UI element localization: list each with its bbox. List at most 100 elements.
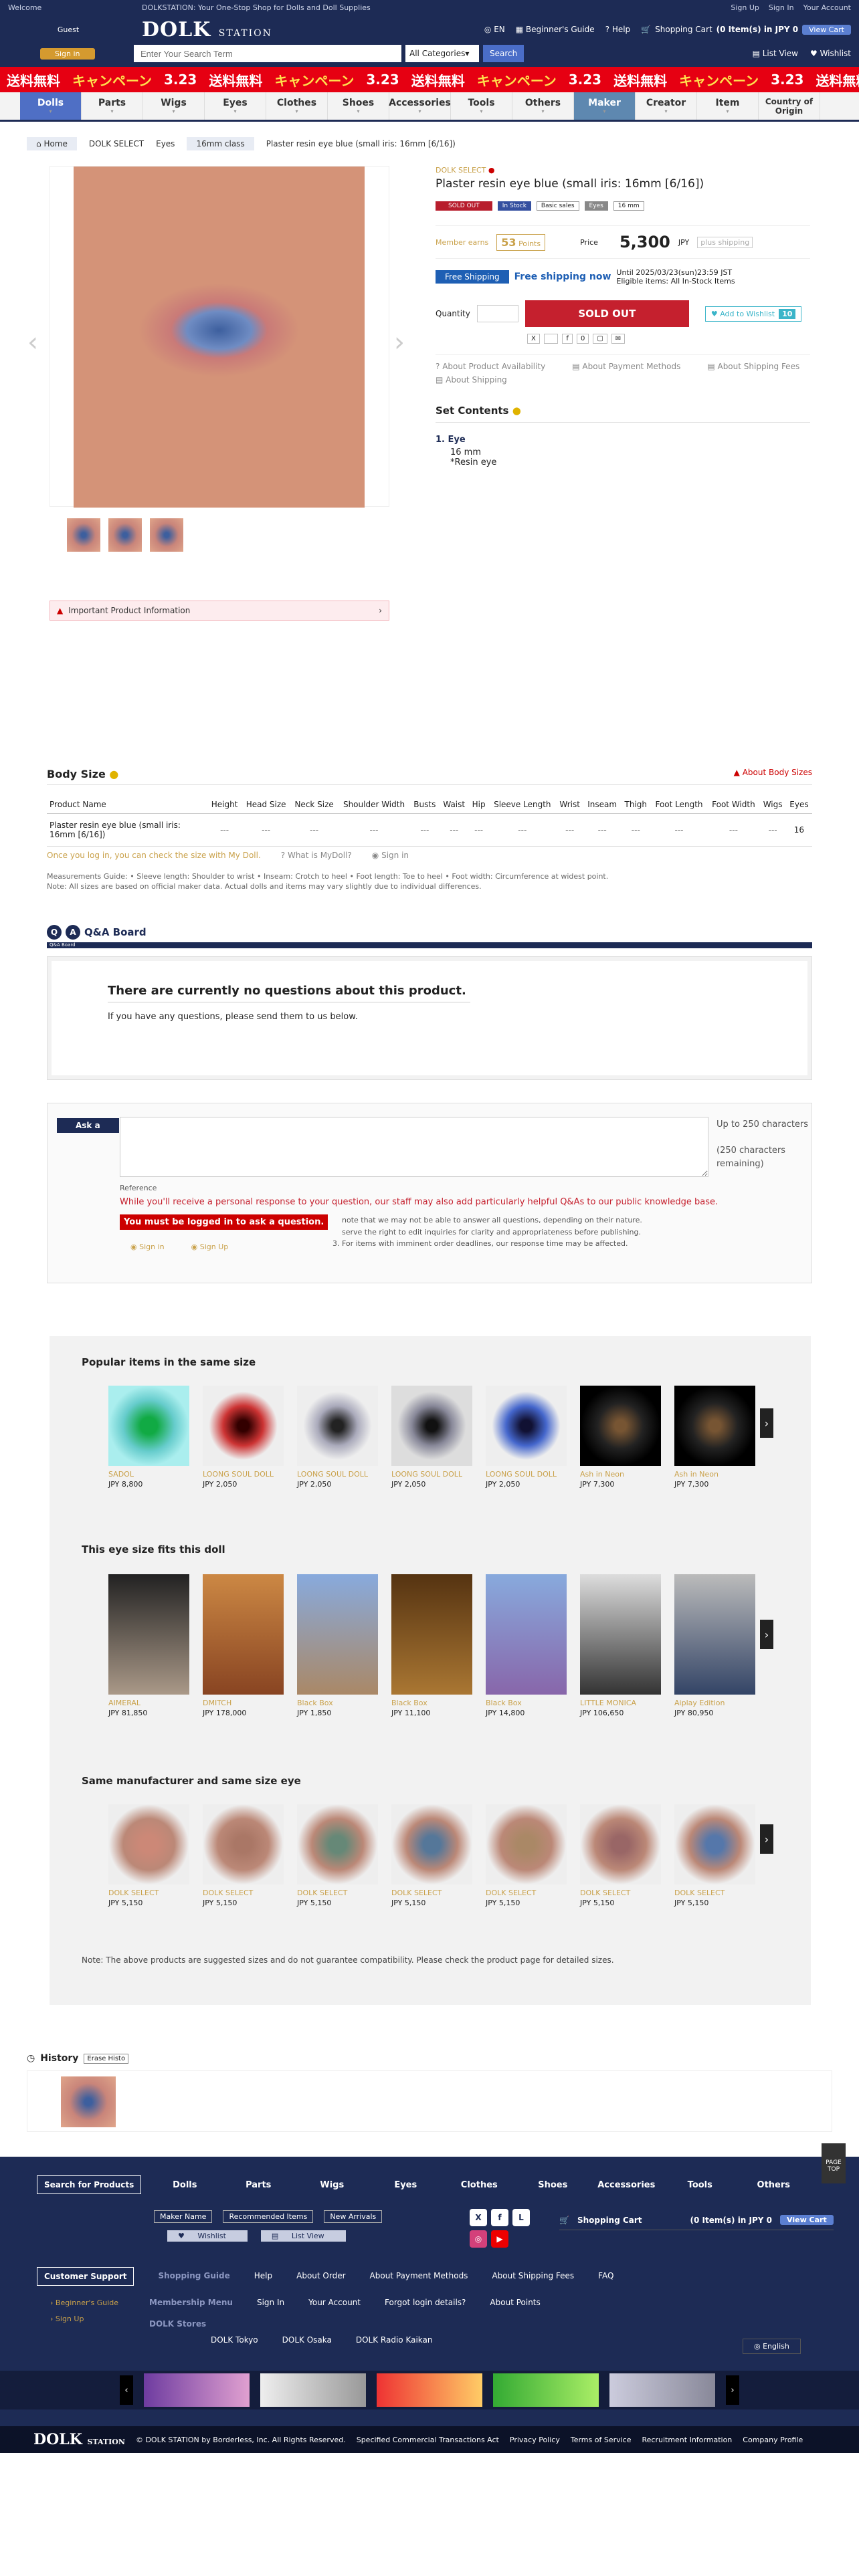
about-body-sizes-link[interactable]: ▲ About Body Sizes — [734, 768, 812, 780]
footer-link[interactable]: DOLK Osaka — [282, 2335, 332, 2345]
chevron-right-icon[interactable]: › — [760, 1824, 773, 1854]
footer-cat-link[interactable]: Parts — [221, 2180, 295, 2190]
product-card[interactable]: LOONG SOUL DOLL JPY 2,050 — [486, 1386, 567, 1489]
crumb-brand[interactable]: DOLK SELECT — [89, 139, 144, 148]
product-card[interactable]: DOLK SELECT JPY 5,150 — [391, 1804, 472, 1907]
footer-link[interactable]: FAQ — [598, 2267, 613, 2286]
header-cart[interactable]: 🛒 Shopping Cart (0 Item(s) in JPY 0 View Ca… — [641, 24, 851, 35]
x-share-icon[interactable]: X — [527, 334, 540, 344]
footer-link[interactable]: About Points — [490, 2298, 540, 2307]
footer-link[interactable]: Your Account — [308, 2298, 361, 2307]
chevron-right-icon[interactable]: › — [760, 1408, 773, 1438]
footer-link[interactable]: DOLK Tokyo — [211, 2335, 258, 2345]
footer-cat-link[interactable]: Wigs — [295, 2180, 369, 2190]
campaign-banner[interactable]: 送料無料 キャンペーン 3.23 送料無料 キャンペーン 3.23 送料無料 キャンペーン… — [0, 67, 859, 92]
footer-link[interactable]: Terms of Service — [571, 2436, 632, 2444]
footer-cat-link[interactable]: Eyes — [369, 2180, 442, 2190]
product-brand[interactable]: DOLK SELECT ● — [436, 166, 810, 175]
nav-tools[interactable]: Tools ▾ — [451, 92, 512, 120]
product-card[interactable]: Black Box JPY 14,800 — [486, 1574, 567, 1717]
footer-link[interactable]: Privacy Policy — [510, 2436, 560, 2444]
mail-icon[interactable]: ✉ — [611, 334, 626, 344]
chevron-left-icon[interactable]: ‹ — [27, 327, 38, 358]
erase-history-button[interactable]: Erase Histo — [84, 2053, 129, 2064]
product-card[interactable]: DOLK SELECT JPY 5,150 — [297, 1804, 378, 1907]
product-card[interactable]: Black Box JPY 1,850 — [297, 1574, 378, 1717]
nav-clothes[interactable]: Clothes ▾ — [266, 92, 328, 120]
product-card[interactable]: Ash in Neon JPY 7,300 — [674, 1386, 755, 1489]
nav-country[interactable]: Country of Origin — [759, 92, 820, 120]
footer-link[interactable]: Company Profile — [743, 2436, 803, 2444]
chevron-right-icon[interactable]: › — [394, 327, 405, 358]
chevron-left-icon[interactable]: ‹ — [120, 2375, 133, 2405]
footer-beginner-link[interactable]: › Beginner's Guide — [50, 2295, 118, 2311]
youtube-icon[interactable]: ▶ — [491, 2230, 508, 2248]
footer-link[interactable]: Specified Commercial Transactions Act — [357, 2436, 499, 2444]
footer-link[interactable]: About Shipping Fees — [492, 2267, 574, 2286]
history-item[interactable] — [61, 2076, 116, 2127]
wishlist-link[interactable]: ♥ Wishlist — [810, 49, 851, 58]
help-icon[interactable]: ● — [109, 768, 118, 780]
product-card[interactable]: LOONG SOUL DOLL JPY 2,050 — [297, 1386, 378, 1489]
product-card[interactable]: LOONG SOUL DOLL JPY 2,050 — [203, 1386, 284, 1489]
nav-item[interactable]: Item ▾ — [697, 92, 759, 120]
instagram-icon[interactable]: ◎ — [470, 2230, 487, 2248]
question-textarea[interactable] — [120, 1117, 708, 1177]
footer-logo[interactable]: DOLK STATION — [33, 2431, 125, 2448]
footer-wishlist-button[interactable]: ♥ Wishlist — [167, 2230, 248, 2242]
about-payment-link[interactable]: ▤ About Payment Methods — [572, 362, 680, 371]
nav-parts[interactable]: Parts ▾ — [82, 92, 143, 120]
new-arrivals-select[interactable]: New Arrivals — [324, 2210, 383, 2223]
footer-banner[interactable] — [144, 2373, 250, 2407]
footer-link[interactable]: DOLK Radio Kaikan — [356, 2335, 433, 2345]
product-card[interactable]: Ash in Neon JPY 7,300 — [580, 1386, 661, 1489]
ask-signin-link[interactable]: ◉ Sign in — [130, 1243, 165, 1251]
account-link[interactable]: Your Account — [803, 3, 851, 12]
signin-link[interactable]: Sign In — [769, 3, 794, 12]
product-main-image[interactable] — [74, 167, 365, 508]
nav-shoes[interactable]: Shoes ▾ — [328, 92, 389, 120]
product-card[interactable]: DOLK SELECT JPY 5,150 — [580, 1804, 661, 1907]
x-icon[interactable]: X — [470, 2209, 487, 2226]
footer-cat-link[interactable]: Accessories — [589, 2180, 663, 2190]
footer-banner[interactable] — [609, 2373, 715, 2407]
product-card[interactable]: Aiplay Edition JPY 80,950 — [674, 1574, 755, 1717]
what-mydoll-link[interactable]: ? What is MyDoll? — [281, 851, 352, 860]
about-shipping-link[interactable]: ▤ About Shipping — [436, 375, 507, 385]
site-logo[interactable]: DOLK STATION — [142, 18, 272, 41]
product-card[interactable]: DMITCH JPY 178,000 — [203, 1574, 284, 1717]
footer-cat-link[interactable]: Others — [737, 2180, 810, 2190]
footer-link[interactable]: Recruitment Information — [642, 2436, 733, 2444]
thumbnail[interactable] — [150, 518, 183, 552]
nav-dolls[interactable]: Dolls ▾ — [20, 92, 82, 120]
about-availability-link[interactable]: ? About Product Availability — [436, 362, 545, 371]
footer-listview-button[interactable]: ▤ List View — [260, 2230, 346, 2242]
list-view-link[interactable]: ▤ List View — [753, 49, 798, 58]
ask-signup-link[interactable]: ◉ Sign Up — [191, 1243, 229, 1251]
footer-banner[interactable] — [260, 2373, 366, 2407]
nav-eyes[interactable]: Eyes ▾ — [205, 92, 266, 120]
nav-others[interactable]: Others ▾ — [512, 92, 574, 120]
signup-link[interactable]: Sign Up — [731, 3, 759, 12]
chevron-right-icon[interactable]: › — [726, 2375, 739, 2405]
footer-link[interactable]: Forgot login details? — [385, 2298, 466, 2307]
product-card[interactable]: DOLK SELECT JPY 5,150 — [674, 1804, 755, 1907]
quantity-select[interactable] — [476, 305, 518, 323]
product-card[interactable]: LOONG SOUL DOLL JPY 2,050 — [391, 1386, 472, 1489]
footer-banner[interactable] — [493, 2373, 599, 2407]
footer-link[interactable]: About Payment Methods — [370, 2267, 468, 2286]
category-select[interactable]: All Categories ▾ — [405, 45, 479, 62]
product-card[interactable]: Black Box JPY 11,100 — [391, 1574, 472, 1717]
help-link[interactable]: ? Help — [605, 25, 631, 34]
about-shipping-fees-link[interactable]: ▤ About Shipping Fees — [707, 362, 799, 371]
help-icon[interactable]: ● — [512, 405, 521, 417]
view-cart-button[interactable]: View Cart — [802, 24, 851, 35]
footer-cat-link[interactable]: Shoes — [516, 2180, 589, 2190]
page-top-button[interactable]: PAGE TOP — [822, 2143, 846, 2183]
login-to-ask-button[interactable]: You must be logged in to ask a question. — [120, 1214, 328, 1230]
sold-out-button[interactable]: SOLD OUT — [524, 300, 689, 328]
product-card[interactable]: LITTLE MONICA JPY 106,650 — [580, 1574, 661, 1717]
bookmark-icon[interactable]: ▢ — [593, 334, 607, 344]
product-card[interactable]: DOLK SELECT JPY 5,150 — [203, 1804, 284, 1907]
nav-accessories[interactable]: Accessories ▾ — [389, 92, 451, 120]
